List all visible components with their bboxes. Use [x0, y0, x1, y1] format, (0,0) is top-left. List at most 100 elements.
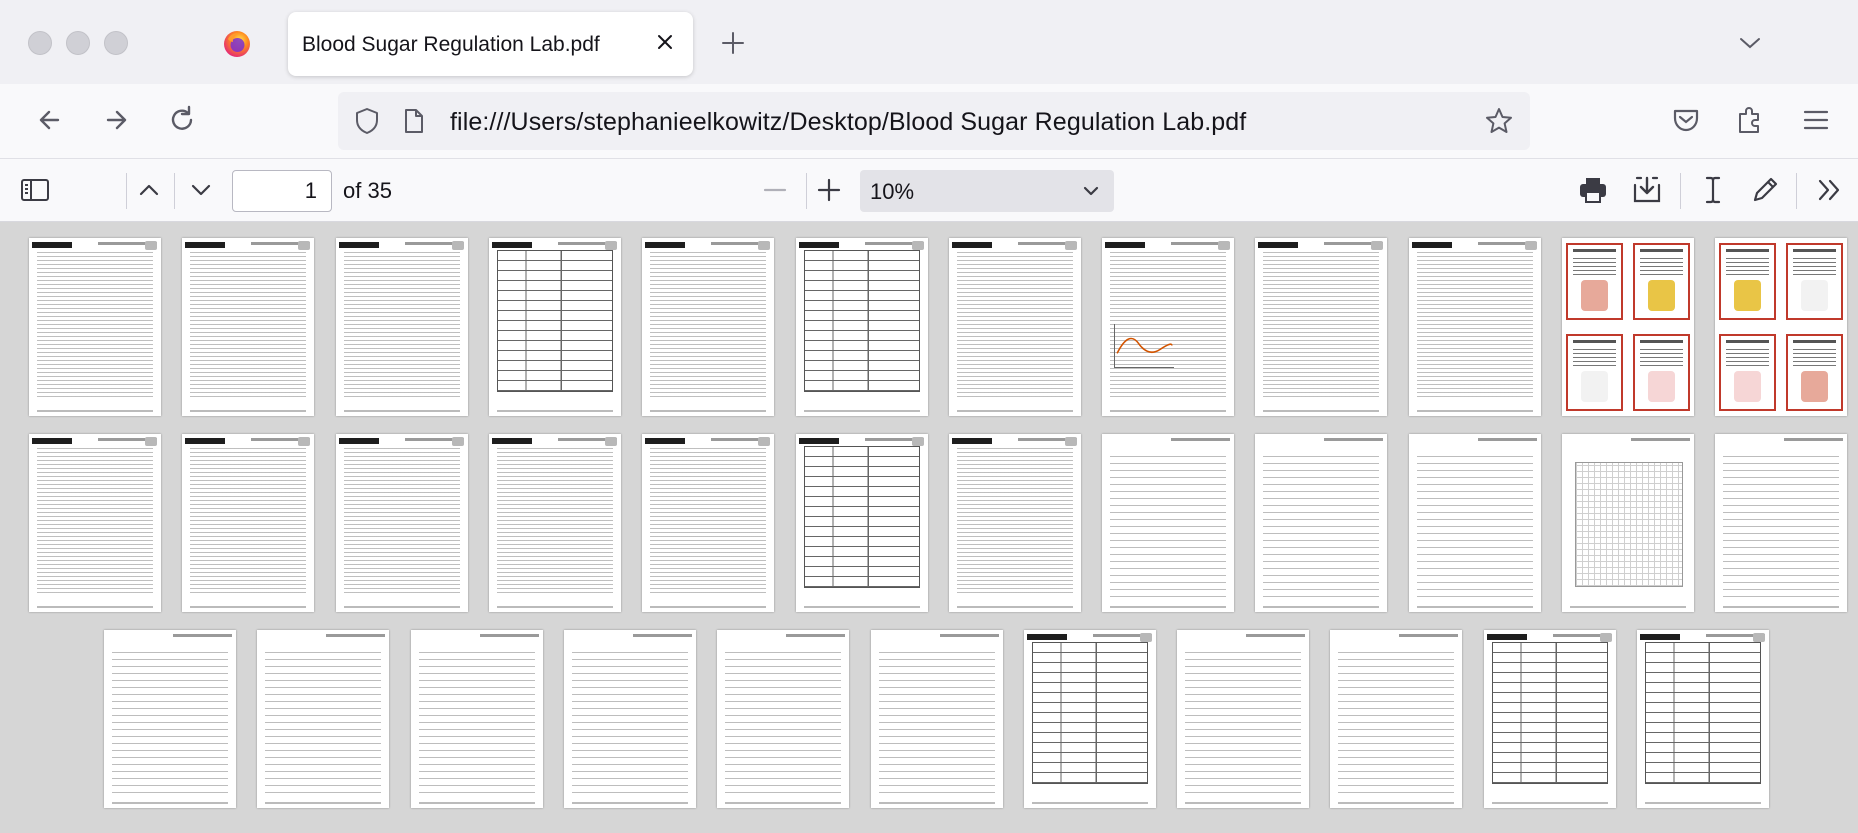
window-minimize-button[interactable] [66, 31, 90, 55]
page-thumbnail[interactable] [1715, 434, 1847, 612]
page-thumbnail[interactable] [1409, 434, 1541, 612]
page-thumbnail[interactable] [1484, 630, 1616, 808]
page-thumbnail[interactable] [1637, 630, 1769, 808]
station-heading [952, 242, 992, 248]
plus-icon[interactable] [812, 173, 846, 207]
station-icon [1065, 241, 1077, 250]
station-heading [492, 242, 532, 248]
page-thumbnail[interactable] [182, 434, 314, 612]
station-icon [758, 437, 770, 446]
card-image [1734, 280, 1761, 311]
pocket-icon[interactable] [1668, 102, 1704, 138]
page-thumbnail[interactable] [336, 434, 468, 612]
url-bar[interactable]: file:///Users/stephanieelkowitz/Desktop/… [338, 92, 1530, 150]
close-icon[interactable] [651, 28, 679, 56]
printer-icon[interactable] [1576, 173, 1610, 207]
station-heading [32, 242, 72, 248]
page-thumbnail[interactable] [871, 630, 1003, 808]
page-footer [878, 802, 996, 804]
answer-lines [418, 652, 536, 794]
page-thumbnail[interactable] [1102, 434, 1234, 612]
page-thumbnail[interactable] [796, 238, 928, 416]
hamburger-icon[interactable] [1798, 102, 1834, 138]
page-thumbnail[interactable] [1562, 434, 1694, 612]
page-thumbnail[interactable] [642, 238, 774, 416]
station-icon [1525, 241, 1537, 250]
window-maximize-button[interactable] [104, 31, 128, 55]
chevron-down-icon[interactable] [184, 173, 218, 207]
window-close-button[interactable] [28, 31, 52, 55]
station-icon [1600, 633, 1612, 642]
page-thumbnail[interactable] [1177, 630, 1309, 808]
page-icon[interactable] [398, 106, 428, 136]
toolbar-divider [174, 173, 175, 209]
page-header [172, 634, 232, 637]
page-thumbnail[interactable] [1102, 238, 1234, 416]
page-thumbnail[interactable] [642, 434, 774, 612]
station-icon [1218, 241, 1230, 250]
minus-icon[interactable] [758, 173, 792, 207]
page-footer [343, 410, 461, 412]
station-icon [452, 241, 464, 250]
page-thumbnail[interactable] [564, 630, 696, 808]
card-text [1726, 348, 1769, 367]
text-cursor-icon[interactable] [1696, 173, 1730, 207]
page-footer [1262, 410, 1380, 412]
page-thumbnail[interactable] [29, 434, 161, 612]
page-thumbnail[interactable] [796, 434, 928, 612]
page-thumbnail[interactable] [1255, 434, 1387, 612]
text-block [343, 252, 461, 398]
url-text[interactable]: file:///Users/stephanieelkowitz/Desktop/… [450, 108, 1246, 137]
page-thumbnail[interactable] [489, 434, 621, 612]
page-thumbnail[interactable] [1255, 238, 1387, 416]
station-heading [32, 438, 72, 444]
puzzle-icon[interactable] [1732, 102, 1768, 138]
toolbar-divider [126, 173, 127, 209]
tab-active[interactable]: Blood Sugar Regulation Lab.pdf [288, 12, 693, 76]
page-thumbnail[interactable] [257, 630, 389, 808]
question-card [1566, 243, 1624, 321]
page-thumbnail[interactable] [1024, 630, 1156, 808]
station-heading [1258, 242, 1298, 248]
page-count: of 35 [343, 178, 392, 203]
shield-icon[interactable] [352, 106, 382, 136]
data-table [1031, 642, 1149, 784]
page-thumbnail[interactable] [1409, 238, 1541, 416]
page-thumbnail[interactable] [1562, 238, 1694, 416]
page-thumbnail[interactable] [1715, 238, 1847, 416]
page-footer [496, 606, 614, 608]
page-footer [1031, 802, 1149, 804]
chevron-up-icon[interactable] [132, 173, 166, 207]
page-header [939, 634, 999, 637]
page-thumbnail[interactable] [489, 238, 621, 416]
page-thumbnail[interactable] [411, 630, 543, 808]
sidebar-toggle-icon[interactable] [18, 173, 52, 207]
page-thumbnail[interactable] [336, 238, 468, 416]
card-text [1793, 348, 1836, 367]
station-heading [1105, 242, 1145, 248]
station-icon [912, 241, 924, 250]
pen-icon[interactable] [1748, 173, 1782, 207]
page-thumbnail[interactable] [949, 238, 1081, 416]
pdf-viewer-canvas[interactable] [0, 222, 1858, 833]
page-thumbnail[interactable] [1330, 630, 1462, 808]
download-icon[interactable] [1630, 173, 1664, 207]
tab-list-chevron-icon[interactable] [1735, 31, 1765, 55]
page-footer [496, 410, 614, 412]
page-thumbnail[interactable] [182, 238, 314, 416]
page-thumbnail[interactable] [717, 630, 849, 808]
zoom-select[interactable]: 10% [860, 170, 1114, 212]
arrow-right-icon[interactable] [98, 102, 134, 138]
page-thumbnail[interactable] [29, 238, 161, 416]
new-tab-plus-icon[interactable] [718, 28, 748, 58]
arrow-left-icon[interactable] [32, 102, 68, 138]
page-header [325, 634, 385, 637]
double-chevron-icon[interactable] [1812, 173, 1846, 207]
reload-icon[interactable] [164, 102, 200, 138]
star-icon[interactable] [1484, 106, 1514, 136]
station-heading [799, 438, 839, 444]
question-card [1785, 243, 1843, 321]
page-thumbnail[interactable] [949, 434, 1081, 612]
page-number-input[interactable]: 1 [232, 170, 332, 212]
page-thumbnail[interactable] [104, 630, 236, 808]
